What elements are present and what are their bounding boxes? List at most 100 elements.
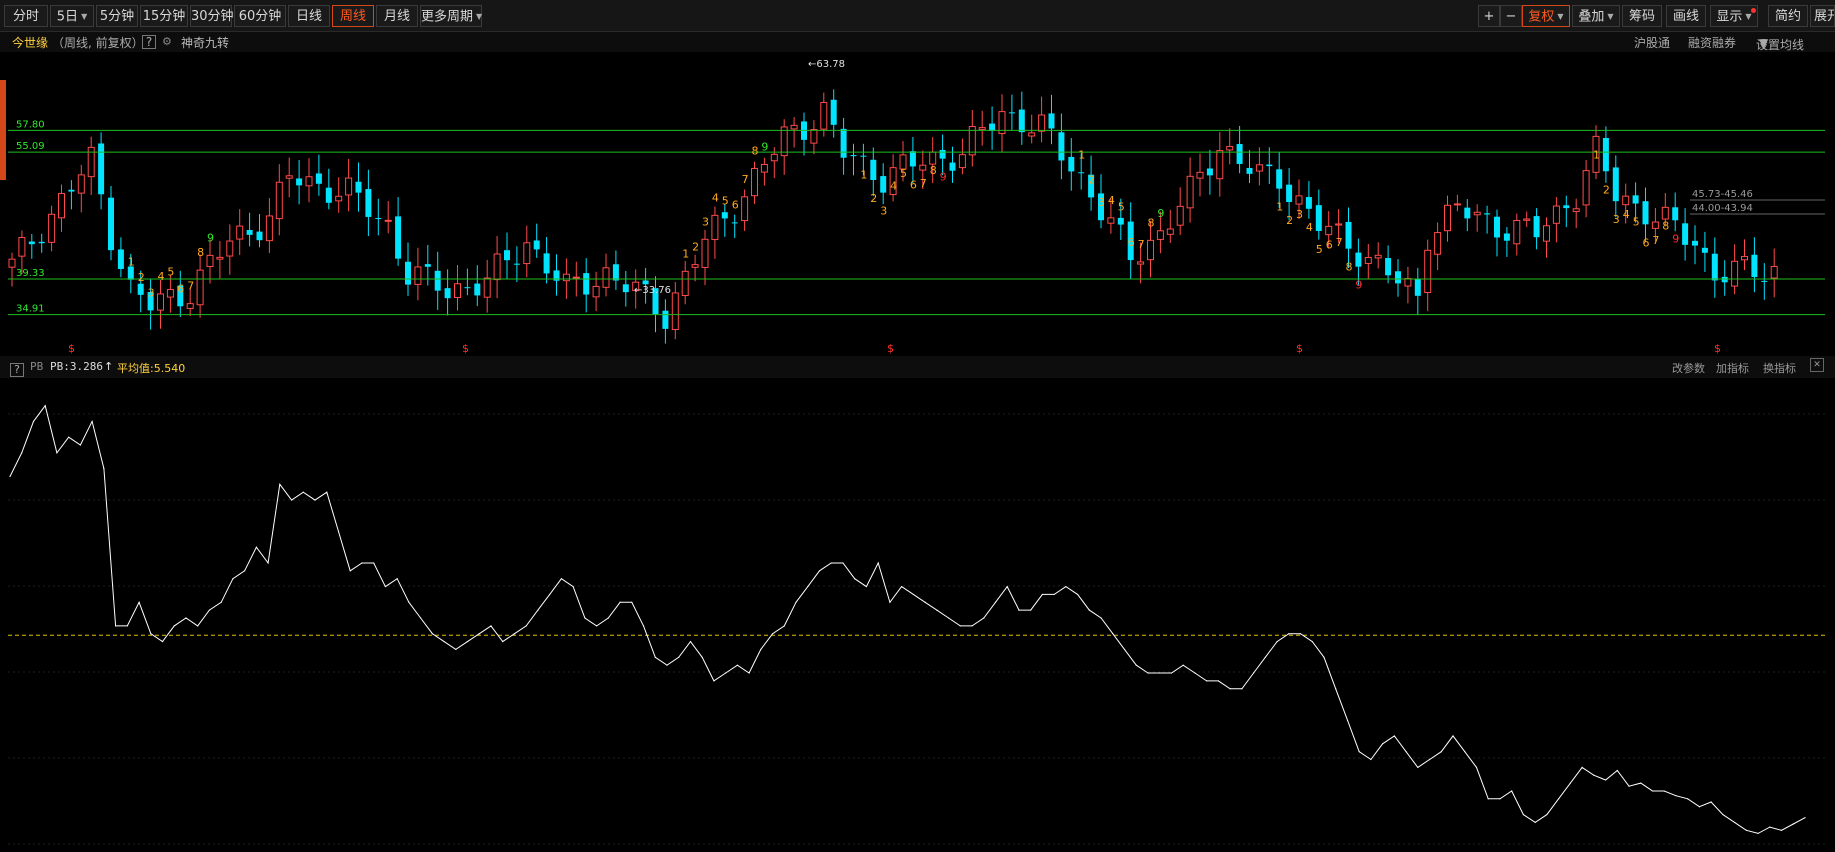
candle (1543, 217, 1550, 258)
candle (285, 157, 293, 198)
pb-point (1698, 806, 1701, 808)
candle (1484, 205, 1491, 234)
pb-point (1792, 823, 1794, 825)
nine-count-label: 9 (1672, 232, 1679, 245)
pb-point (361, 562, 363, 564)
candle (998, 94, 1006, 153)
zoom-out-button[interactable]: − (1500, 5, 1522, 27)
candle (68, 180, 75, 210)
period-tab-3[interactable]: 15分钟 (140, 5, 188, 27)
pb-point (760, 648, 762, 651)
pb-point (373, 562, 375, 564)
zoom-in-button[interactable]: + (1478, 5, 1500, 27)
indicator-name[interactable]: PB (30, 360, 43, 373)
nine-count-label: 7 (1138, 238, 1145, 251)
overlay-dropdown[interactable]: 叠加 ▼ (1572, 5, 1620, 27)
pb-point (713, 680, 715, 682)
indicator-name[interactable]: 神奇九转 (181, 34, 229, 51)
add-indicator-button[interactable]: 加指标 (1716, 360, 1749, 376)
period-tab-4[interactable]: 30分钟 (190, 5, 234, 27)
pb-point (44, 405, 46, 407)
candle (1552, 196, 1560, 243)
candle (157, 279, 164, 329)
expand-button[interactable]: 展开 (1810, 5, 1835, 27)
candle (444, 269, 451, 316)
pb-point (279, 483, 281, 485)
pb-point (443, 640, 445, 643)
simple-mode-button[interactable]: 简约 (1768, 5, 1808, 27)
stock-name[interactable]: 今世缘 (12, 34, 48, 51)
pb-point (1088, 609, 1090, 611)
pb-point (1393, 735, 1395, 737)
candle (58, 184, 65, 232)
period-tab-6[interactable]: 日线 (288, 5, 330, 27)
draw-line-button[interactable]: 画线 (1666, 5, 1706, 27)
nine-count-label: 9 (940, 171, 947, 184)
candle (810, 120, 818, 155)
candle (117, 237, 124, 278)
settings-gear-icon[interactable]: ⚙ (162, 35, 172, 48)
period-tab-2[interactable]: 5分钟 (96, 5, 138, 27)
candle (1186, 157, 1194, 223)
pb-point (1405, 751, 1407, 753)
event-marker[interactable]: $ (68, 342, 75, 355)
period-tab-label: 30分钟 (191, 9, 234, 24)
period-tab-8[interactable]: 月线 (376, 5, 418, 27)
pb-point (1018, 609, 1020, 611)
candlestick-chart[interactable]: 57.8055.0939.3334.91 1234 56 7891234 5 678 91… (0, 52, 1835, 355)
candle (1721, 260, 1728, 296)
nine-count-label: 5 (722, 194, 729, 207)
pb-point (1123, 648, 1126, 651)
candle (691, 254, 699, 282)
nine-count-label: 4 (1108, 194, 1115, 207)
candle (504, 232, 510, 280)
period-tab-7[interactable]: 周线 (332, 5, 374, 27)
candle (523, 225, 531, 278)
switch-indicator-button[interactable]: 换指标 (1763, 360, 1796, 376)
pb-point (420, 617, 422, 619)
period-tab-1[interactable]: 5日 ▼ (50, 5, 94, 27)
pb-point (642, 625, 645, 627)
pb-point (1030, 609, 1032, 611)
close-icon[interactable]: ✕ (1810, 358, 1824, 372)
candle (1533, 208, 1540, 250)
candle (1008, 94, 1015, 130)
nine-count-label: 3 (1613, 213, 1620, 226)
nine-count-label: 2 (1603, 183, 1610, 196)
period-tab-0[interactable]: 分时 (4, 5, 48, 27)
chips-button[interactable]: 筹码 (1622, 5, 1662, 27)
pb-point (208, 609, 211, 611)
period-tab-5[interactable]: 60分钟 (234, 5, 286, 27)
nine-count-label: 7 (742, 173, 749, 186)
candle (1711, 237, 1718, 298)
candle (889, 154, 897, 202)
event-marker[interactable]: $ (1296, 342, 1303, 355)
pb-point (150, 633, 152, 635)
chart-info-bar: 今世缘 （周线, 前复权） ? ⚙ 神奇九转 沪股通 融资融券 设置均线 ▼ (0, 32, 1835, 52)
pb-point (748, 672, 750, 674)
fuquan-dropdown[interactable]: 复权 ▼ (1522, 5, 1570, 27)
up-arrow-icon: ↑ (104, 360, 114, 373)
pb-point (1170, 672, 1173, 674)
candle (533, 223, 540, 258)
nine-count-label: 8 (752, 144, 759, 157)
candle (1602, 126, 1609, 183)
event-marker[interactable]: $ (1714, 342, 1721, 355)
nine-count-label: 1 (682, 247, 689, 260)
candle (405, 242, 411, 296)
pb-point (1546, 813, 1548, 816)
display-dropdown[interactable]: 显示 ▼ (1710, 5, 1758, 27)
candle (355, 162, 362, 212)
pb-line-chart[interactable] (0, 378, 1835, 852)
nine-count-label: 4 (712, 191, 719, 204)
event-marker[interactable]: $ (887, 342, 894, 355)
event-marker[interactable]: $ (462, 342, 469, 355)
link-hgt[interactable]: 沪股通 (1634, 34, 1670, 51)
pb-point (232, 578, 234, 580)
link-margin[interactable]: 融资融券 (1688, 34, 1736, 51)
period-tab-9[interactable]: 更多周期 ▼ (420, 5, 482, 27)
pb-point (1288, 633, 1290, 635)
pb-point (32, 420, 35, 423)
candle (870, 147, 877, 197)
edit-params-button[interactable]: 改参数 (1672, 360, 1705, 376)
